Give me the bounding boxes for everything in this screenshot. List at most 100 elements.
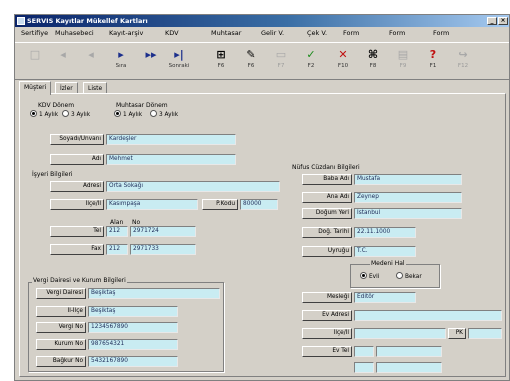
district-field[interactable]: Kasımpaşa xyxy=(106,199,198,210)
mother-name-field[interactable]: Zeynep xyxy=(354,192,462,203)
toolbar-button[interactable]: ▭ F7 xyxy=(267,46,295,76)
tab-musteri[interactable]: Müşteri xyxy=(19,81,52,95)
tax-number-field[interactable]: 1234567890 xyxy=(88,322,178,333)
radio-dot-icon xyxy=(30,110,37,117)
home-phone-button[interactable]: Ev Tel xyxy=(302,346,352,357)
phone-area-field[interactable]: 212 xyxy=(106,226,128,237)
home-postal-button[interactable]: PK xyxy=(448,328,466,339)
toolbar-button-label: F8 xyxy=(369,63,377,69)
tax-office-field[interactable]: Beşiktaş xyxy=(88,288,220,299)
toolbar-button[interactable]: ✎ F6 xyxy=(237,46,265,76)
toolbar-button[interactable]: ⊞ F6 xyxy=(207,46,235,76)
menu-item[interactable]: KDV xyxy=(165,28,179,39)
birthplace-field[interactable]: İstanbul xyxy=(354,208,462,219)
title-bar: SERVIS Kayıtlar Mükellef Kartları _ × xyxy=(15,15,509,27)
extra-phone-area-field[interactable] xyxy=(354,362,374,373)
fax-area-field[interactable]: 212 xyxy=(106,244,128,255)
toolbar-button[interactable]: □ xyxy=(21,46,49,76)
postal-code-field[interactable]: 80000 xyxy=(240,199,278,210)
extra-phone-number-field[interactable] xyxy=(376,362,442,373)
toolbar-button[interactable]: ? F1 xyxy=(419,46,447,76)
close-icon[interactable]: × xyxy=(498,17,508,25)
new-record-icon: □ xyxy=(29,48,41,61)
last-record-icon: ▸| xyxy=(174,48,184,61)
address-button[interactable]: Adresi xyxy=(50,181,104,192)
toolbar-button-label: F7 xyxy=(277,63,285,69)
toolbar-button[interactable]: ▸ Sıra xyxy=(107,46,135,76)
toolbar-button[interactable]: ⌘ F8 xyxy=(359,46,387,76)
toolbar-button[interactable]: ✕ F10 xyxy=(329,46,357,76)
birthplace-button[interactable]: Doğum Yeri xyxy=(302,208,352,219)
menu-item[interactable]: Çek V. xyxy=(307,28,327,39)
radio-dot-icon xyxy=(62,110,69,117)
fax-button[interactable]: Fax xyxy=(50,244,104,255)
menu-item[interactable]: Muhtasar xyxy=(211,28,241,39)
father-name-button[interactable]: Baba Adı xyxy=(302,174,352,185)
menu-item[interactable]: Sertifiye xyxy=(21,28,48,39)
phone-button[interactable]: Tel xyxy=(50,226,104,237)
name-button[interactable]: Adı xyxy=(50,154,104,165)
toolbar-button[interactable]: ▸▸ xyxy=(137,46,165,76)
previous-record-icon: ◂ xyxy=(88,48,94,61)
next-record-icon: ▸ xyxy=(118,48,124,61)
toolbar-button[interactable]: ↪ F12 xyxy=(449,46,477,76)
tax-district-field[interactable]: Beşiktaş xyxy=(88,306,178,317)
app-window: SERVIS Kayıtlar Mükellef Kartları _ × Se… xyxy=(14,14,510,381)
toolbar-button-label: F10 xyxy=(337,63,349,69)
institution-number-field[interactable]: 987654321 xyxy=(88,339,178,350)
minimize-icon[interactable]: _ xyxy=(487,17,497,25)
surname-field[interactable]: Kardeşler xyxy=(106,134,236,145)
mother-name-button[interactable]: Ana Adı xyxy=(302,192,352,203)
profession-button[interactable]: Mesleği xyxy=(302,292,352,303)
nationality-button[interactable]: Uyruğu xyxy=(302,246,352,257)
toolbar-button-label: F9 xyxy=(399,63,407,69)
home-phone-area-field[interactable] xyxy=(354,346,374,357)
kdv-quarterly-radio[interactable]: 3 Aylık xyxy=(62,110,90,119)
surname-button[interactable]: Soyadı/Ünvanı xyxy=(50,134,104,145)
toolbar-button[interactable]: ✓ F2 xyxy=(297,46,325,76)
toolbar-button[interactable]: ▤ F9 xyxy=(389,46,417,76)
toolbar-button[interactable]: ◂ xyxy=(49,46,77,76)
phone-number-field[interactable]: 2971724 xyxy=(130,226,196,237)
home-district-field[interactable] xyxy=(354,328,446,339)
tax-office-button[interactable]: Vergi Dairesi xyxy=(36,288,86,299)
father-name-field[interactable]: Mustafa xyxy=(354,174,462,185)
bagkur-number-button[interactable]: Bağkur No xyxy=(36,356,86,367)
married-radio[interactable]: Evli xyxy=(360,272,379,281)
institution-number-button[interactable]: Kurum No xyxy=(36,339,86,350)
tax-district-button[interactable]: İl-İlçe xyxy=(36,306,86,317)
profession-field[interactable]: Editör xyxy=(354,292,416,303)
muhtasar-monthly-radio[interactable]: 1 Aylık xyxy=(114,110,142,119)
postal-code-button[interactable]: P.Kodu xyxy=(202,199,238,210)
kdv-monthly-radio[interactable]: 1 Aylık xyxy=(30,110,58,119)
identity-heading: Nüfus Cüzdanı Bilgileri xyxy=(292,164,360,171)
muhtasar-quarterly-radio[interactable]: 3 Aylık xyxy=(150,110,178,119)
bagkur-number-field[interactable]: 5432167890 xyxy=(88,356,178,367)
toolbar-button-label: Sonraki xyxy=(168,63,190,69)
fax-number-field[interactable]: 2971733 xyxy=(130,244,196,255)
home-address-button[interactable]: Ev Adresi xyxy=(302,310,352,321)
menu-item[interactable]: Gelir V. xyxy=(261,28,284,39)
home-postal-field[interactable] xyxy=(468,328,502,339)
menu-item[interactable]: Kayıt-arşiv xyxy=(109,28,143,39)
address-field[interactable]: Orta Sokağı xyxy=(106,181,280,192)
menu-item[interactable]: Form xyxy=(343,28,359,39)
home-district-button[interactable]: İlçe/İl xyxy=(302,328,352,339)
app-icon xyxy=(17,17,25,25)
home-address-field[interactable] xyxy=(354,310,502,321)
toolbar-button[interactable]: ▸| Sonraki xyxy=(165,46,193,76)
birthdate-button[interactable]: Doğ. Tarihi xyxy=(302,227,352,238)
home-phone-number-field[interactable] xyxy=(376,346,442,357)
menu-item[interactable]: Muhasebeci xyxy=(55,28,94,39)
district-button[interactable]: İlçe/İl xyxy=(50,199,104,210)
nationality-field[interactable]: T.C. xyxy=(354,246,416,257)
menu-item[interactable]: Form xyxy=(433,28,449,39)
toolbar-button[interactable]: ◂ xyxy=(77,46,105,76)
name-field[interactable]: Mehmet xyxy=(106,154,236,165)
single-radio[interactable]: Bekar xyxy=(396,272,422,281)
menu-item[interactable]: Form xyxy=(389,28,405,39)
birthdate-field[interactable]: 22.11.1000 xyxy=(354,227,416,238)
radio-dot-icon xyxy=(150,110,157,117)
save-icon: ✓ xyxy=(306,48,316,61)
tax-number-button[interactable]: Vergi No xyxy=(36,322,86,333)
